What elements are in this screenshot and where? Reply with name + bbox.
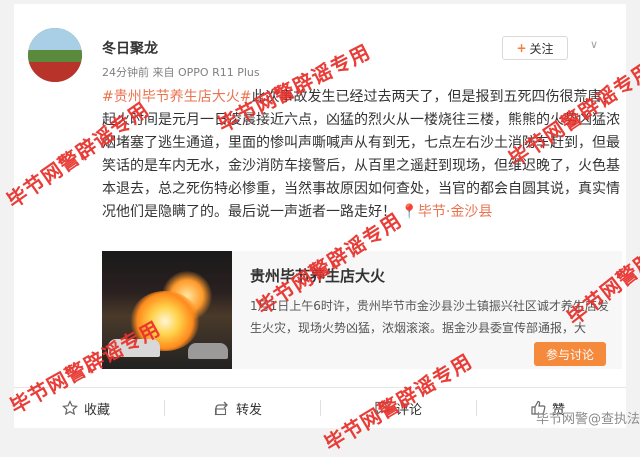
comment-icon xyxy=(375,401,389,416)
avatar[interactable] xyxy=(28,28,82,82)
forward-button[interactable]: 转发 xyxy=(214,388,262,428)
follow-button[interactable]: + 关注 xyxy=(502,36,568,60)
post-body: #贵州毕节养生店大火#此次事故发生已经过去两天了，但是报到五死四伤很荒唐，起火时… xyxy=(102,86,622,224)
join-discussion-button[interactable]: 参与讨论 xyxy=(534,342,606,366)
topic-title[interactable]: 贵州毕节养生店大火 xyxy=(250,265,385,286)
comment-label: 评论 xyxy=(396,402,423,418)
username[interactable]: 冬日聚龙 xyxy=(102,38,158,58)
location-link[interactable]: 📍毕节·金沙县 xyxy=(400,204,492,220)
topic-description: 1月1日上午6时许，贵州毕节市金沙县沙土镇振兴社区诚才养生店发生火灾，现场火势凶… xyxy=(250,299,609,335)
plus-icon: + xyxy=(516,41,527,55)
weibo-post-card: 冬日聚龙 24分钟前 来自 OPPO R11 Plus + 关注 ∨ #贵州毕节… xyxy=(14,4,626,387)
topic-card[interactable]: 贵州毕节养生店大火 1月1日上午6时许，贵州毕节市金沙县沙土镇振兴社区诚才养生店… xyxy=(102,251,622,369)
divider xyxy=(320,400,321,416)
favorite-label: 收藏 xyxy=(84,402,111,418)
divider xyxy=(476,400,477,416)
fire-thumbnail[interactable] xyxy=(102,251,232,369)
divider xyxy=(164,400,165,416)
forward-label: 转发 xyxy=(236,402,263,418)
follow-label: 关注 xyxy=(529,41,554,56)
action-bar: 收藏 转发 评论 赞 xyxy=(14,388,626,428)
post-body-text: 此次事故发生已经过去两天了，但是报到五死四伤很荒唐，起火时间是元月一日凌晨接近六… xyxy=(102,89,620,220)
favorite-button[interactable]: 收藏 xyxy=(62,388,110,428)
share-icon xyxy=(214,401,228,416)
hashtag-link[interactable]: #贵州毕节养生店大火# xyxy=(102,89,251,105)
chevron-down-icon[interactable]: ∨ xyxy=(590,38,598,51)
watermark-source: 毕节网警@查执法 xyxy=(536,412,640,427)
post-meta: 24分钟前 来自 OPPO R11 Plus xyxy=(102,66,260,79)
star-icon xyxy=(62,400,78,416)
comment-button[interactable]: 评论 xyxy=(374,388,422,428)
